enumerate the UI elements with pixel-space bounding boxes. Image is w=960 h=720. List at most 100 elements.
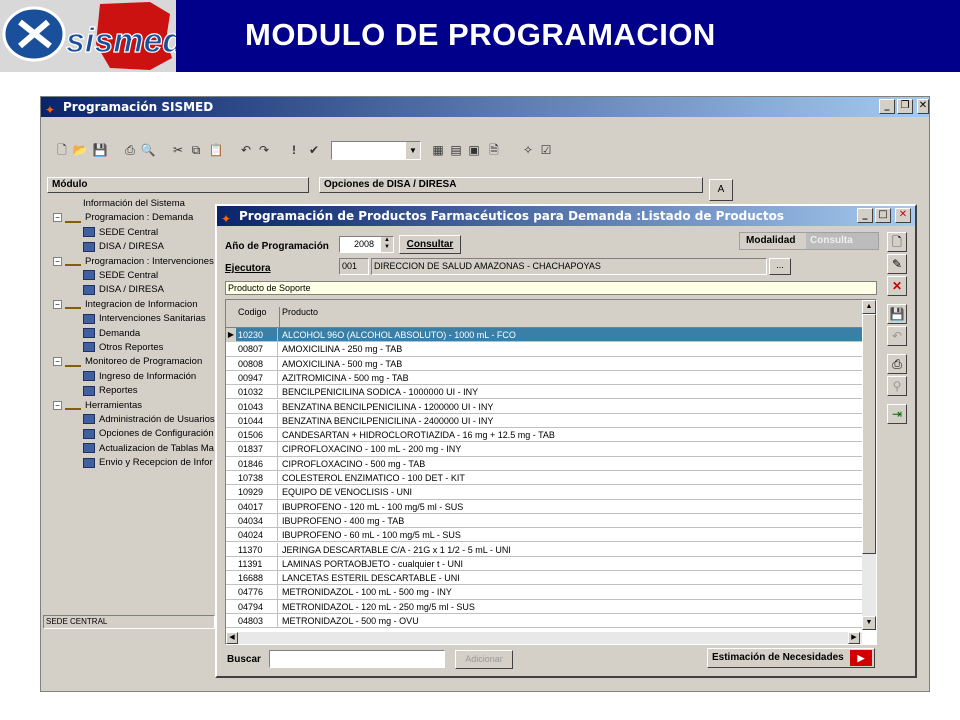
form-icon[interactable]: ☑ [537,141,555,159]
estimacion-button[interactable]: Estimación de Necesidades ▶ [707,648,875,668]
tree-item[interactable]: SEDE Central [83,269,158,283]
report-icon[interactable]: 🗎 [485,141,503,159]
dialog-minimize-button[interactable]: _ [857,208,873,223]
save-icon[interactable]: 💾 [91,141,109,159]
grid-vscrollbar[interactable]: ▲ ▼ [862,300,876,630]
buscar-input[interactable] [269,650,445,668]
undo-icon[interactable]: ↶ [237,141,255,159]
preview-icon[interactable]: 🔍 [139,141,157,159]
undo-record-icon[interactable]: ↶ [887,326,907,346]
table-row[interactable]: 01032 BENCILPENICILINA SODICA - 1000000 U… [226,385,862,400]
table-row[interactable]: 10929 EQUIPO DE VENOCLISIS - UNI [226,485,862,500]
table-row[interactable]: 00807 AMOXICILINA - 250 mg - TAB [226,342,862,357]
table-row[interactable]: 16688 LANCETAS ESTERIL DESCARTABLE - UNI [226,571,862,586]
table-row[interactable]: 01846 CIPROFLOXACINO - 500 mg - TAB [226,456,862,471]
tree-collapse-icon[interactable]: − [53,400,62,410]
table-row[interactable]: 04034 IBUPROFENO - 400 mg - TAB [226,513,862,529]
tree-item[interactable]: − Monitoreo de Programacion [53,355,202,369]
grid-icon[interactable]: ▦ [429,141,447,159]
check-icon[interactable]: ✔ [305,141,323,159]
tree-item[interactable]: SEDE Central [83,226,158,240]
redo-icon[interactable]: ↷ [255,141,273,159]
dialog-maximize-button[interactable]: □ [875,208,891,223]
table-row[interactable]: 00947 AZITROMICINA - 500 mg - TAB [226,370,862,386]
table-row[interactable]: 00808 AMOXICILINA - 500 mg - TAB [226,356,862,371]
tree-item[interactable]: Reportes [83,384,138,398]
consultar-button[interactable]: Consultar [399,235,461,254]
tree-item[interactable]: Administración de Usuarios [83,413,215,427]
col-codigo-header[interactable]: Codigo [236,307,280,327]
ejecutora-code-field[interactable]: 001 [339,258,369,275]
tree-item-label: DISA / DIRESA [99,284,164,296]
table-row[interactable]: 11391 LAMINAS PORTAOBJETO - cualquier t -… [226,556,862,572]
new-record-icon[interactable]: 🗋 [887,232,907,252]
print-record-icon[interactable]: ⎙ [887,354,907,374]
table-row[interactable]: 11370 JERINGA DESCARTABLE C/A - 21G x 1 1… [226,542,862,557]
exit-icon[interactable]: ⇥ [887,404,907,424]
tree-item[interactable]: Opciones de Configuración [83,427,214,441]
table-row[interactable]: 01837 CIPROFLOXACINO - 100 mL - 200 mg - … [226,442,862,457]
col-producto-header[interactable]: Producto [282,307,318,317]
scroll-left-arrow[interactable]: ◀ [226,632,238,644]
tree-item[interactable]: DISA / DIRESA [83,240,164,254]
edit-record-icon[interactable]: ✎ [887,254,907,274]
tree-collapse-icon[interactable]: − [53,357,62,367]
table-row[interactable]: 04776 METRONIDAZOL - 100 mL - 500 mg - IN… [226,585,862,600]
tree-item[interactable]: − Programacion : Demanda [53,211,193,225]
wizard-icon[interactable]: ✧ [519,141,537,159]
dialog-close-button[interactable]: ✕ [895,208,911,223]
restore-button[interactable]: ❐ [897,99,913,114]
tree-item[interactable]: Intervenciones Sanitarias [83,312,206,326]
save-record-icon[interactable]: 💾 [887,304,907,324]
table-row[interactable]: 04024 IBUPROFENO - 60 mL - 100 mg/5 mL - … [226,528,862,543]
open-icon[interactable]: 📂 [71,141,89,159]
find-record-icon[interactable]: ⚲ [887,376,907,396]
tree-collapse-icon[interactable]: − [53,256,62,266]
new-icon[interactable]: 🗋 [53,141,71,159]
tree-item[interactable]: − Integracion de Informacion [53,298,197,312]
grid-hscrollbar[interactable]: ◀ ▶ [226,632,862,644]
scroll-up-arrow[interactable]: ▲ [862,300,876,314]
table-row[interactable]: 01044 BENZATINA BENCILPENICILINA - 240000… [226,413,862,429]
close-button[interactable]: ✕ [917,99,929,114]
a-button[interactable]: A [709,179,733,201]
tree-item[interactable]: Otros Reportes [83,341,163,355]
paste-icon[interactable]: 📋 [207,141,225,159]
print-icon[interactable]: ⎙ [121,141,139,159]
ejecutora-browse-button[interactable]: ... [769,258,791,275]
scroll-right-arrow[interactable]: ▶ [848,632,860,644]
module-node-icon [83,227,95,238]
tree-item[interactable]: Información del Sistema [83,197,185,211]
table-row[interactable]: 01506 CANDESARTAN + HIDROCLOROTIAZIDA - 1… [226,428,862,443]
tree-collapse-icon[interactable]: − [53,299,62,309]
minimize-button[interactable]: _ [879,99,895,114]
tree-item[interactable]: Demanda [83,327,140,341]
exclamation-icon[interactable]: ! [285,141,303,159]
year-spinner[interactable]: 2008 ▲ ▼ [339,236,394,253]
scroll-down-arrow[interactable]: ▼ [862,616,876,630]
tree-item[interactable]: − Herramientas [53,399,142,413]
tree-item[interactable]: Envio y Recepcion de Infor [83,456,213,470]
table-row[interactable]: 10738 COLESTEROL ENZIMATICO - 100 DET - K… [226,471,862,486]
cut-icon[interactable]: ✂ [169,141,187,159]
table-row[interactable]: 01043 BENZATINA BENCILPENICILINA - 120000… [226,399,862,414]
table-row[interactable]: 04794 METRONIDAZOL - 120 mL - 250 mg/5 ml… [226,599,862,614]
properties-icon[interactable]: ▣ [465,141,483,159]
window-icon[interactable]: ▤ [447,141,465,159]
scroll-thumb[interactable] [862,314,876,554]
tree-collapse-icon[interactable]: − [53,213,62,223]
panel-left-header-label: Módulo [52,179,88,190]
tree-item-label: Herramientas [85,399,143,411]
tree-item[interactable]: DISA / DIRESA [83,283,164,297]
tree-item[interactable]: Ingreso de Información [83,370,196,384]
delete-record-icon[interactable]: ✕ [887,276,907,296]
spinner-arrows-icon[interactable]: ▲ ▼ [381,237,393,252]
adicionar-button[interactable]: Adicionar [455,650,513,669]
table-row[interactable]: 04017 IBUPROFENO - 120 mL - 100 mg/5 ml -… [226,499,862,514]
tree-item[interactable]: Actualizacion de Tablas Ma [83,442,214,456]
table-row[interactable]: ▶ 10230 ALCOHOL 96O (ALCOHOL ABSOLUTO) - 1… [226,328,862,343]
copy-icon[interactable]: ⧉ [187,141,205,159]
toolbar-combo[interactable]: ▼ [331,141,421,160]
table-row[interactable]: 04803 METRONIDAZOL - 500 mg - OVU [226,614,862,629]
tree-item[interactable]: − Programacion : Intervenciones S [53,255,217,269]
